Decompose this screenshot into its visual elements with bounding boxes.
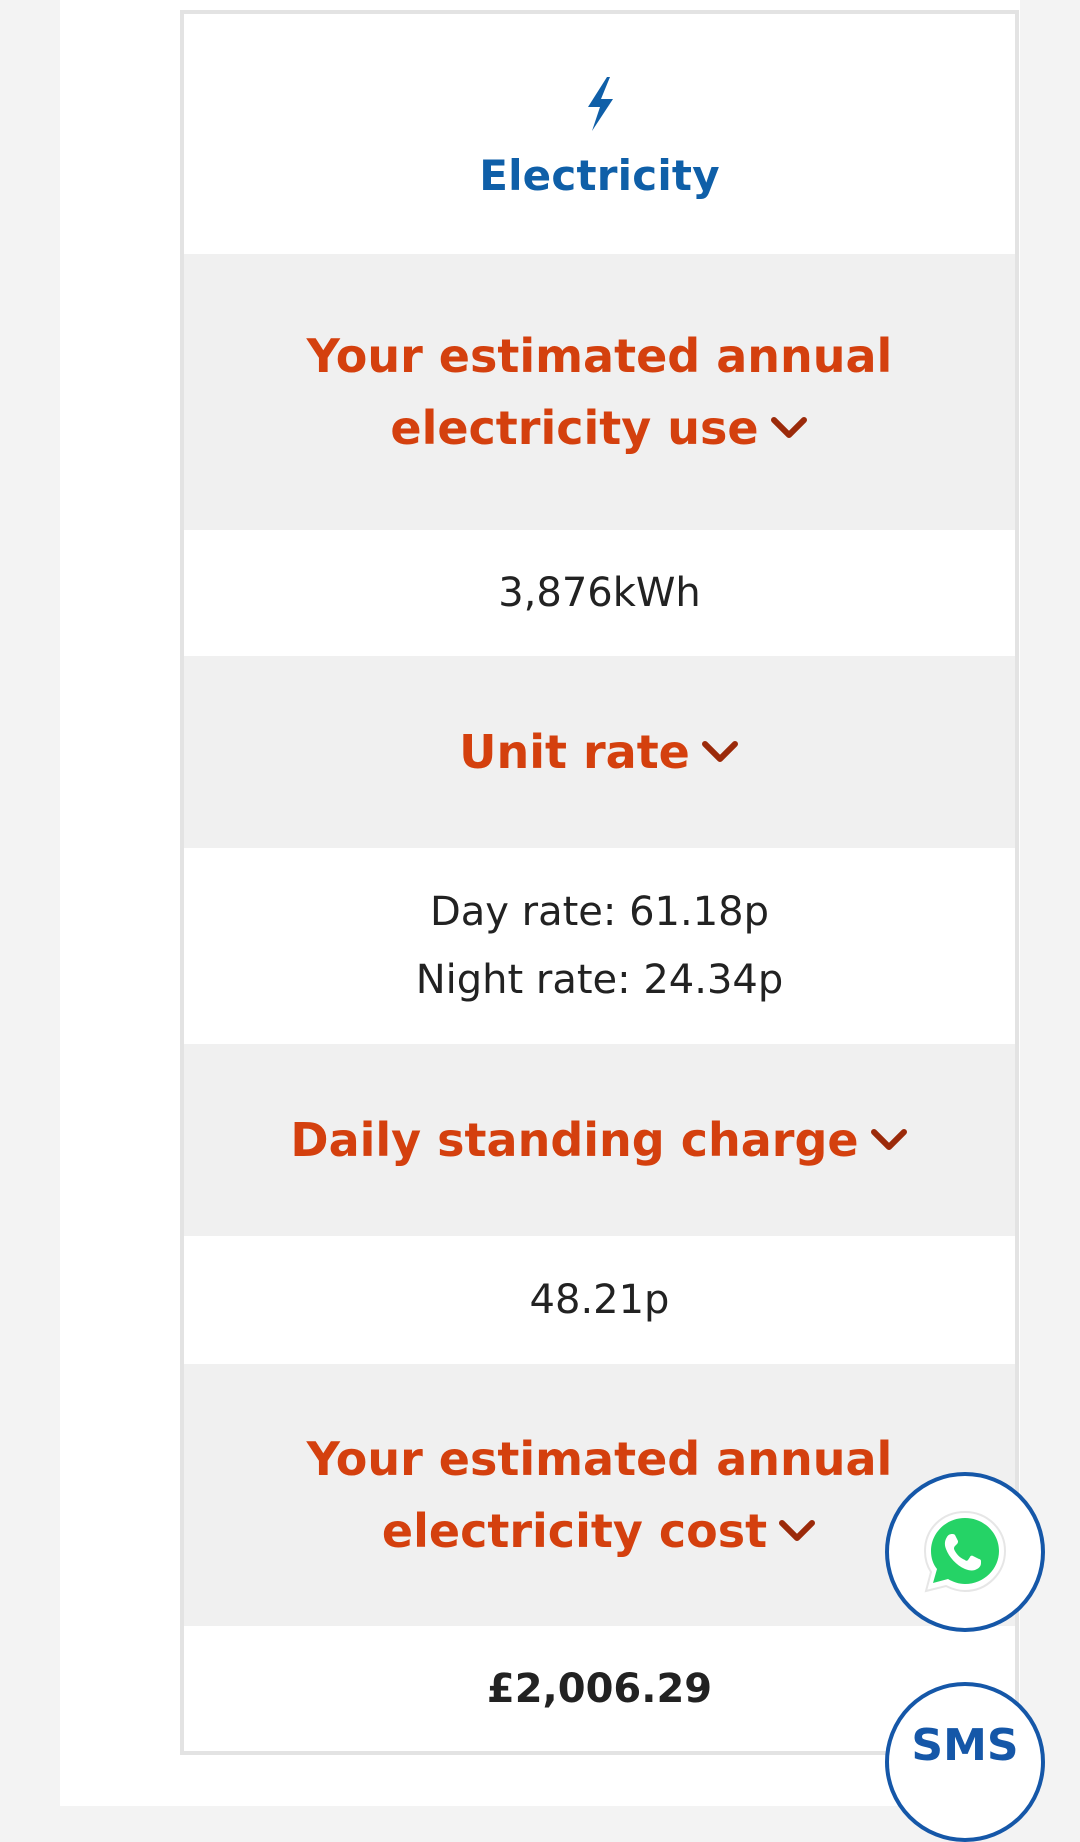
whatsapp-icon bbox=[923, 1510, 1007, 1593]
annual-use-heading-line2: electricity use bbox=[390, 401, 759, 455]
annual-use-value-row: 3,876kWh bbox=[184, 530, 1015, 656]
chevron-down-icon[interactable] bbox=[769, 415, 809, 441]
chevron-down-icon[interactable] bbox=[869, 1127, 909, 1153]
annual-use-heading-line1: Your estimated annual bbox=[306, 329, 893, 383]
sms-label: SMS bbox=[911, 1719, 1019, 1771]
annual-cost-heading-line2: electricity cost bbox=[381, 1504, 768, 1558]
standing-charge-heading[interactable]: Daily standing charge bbox=[290, 1104, 908, 1176]
annual-cost-heading-line1: Your estimated annual bbox=[306, 1432, 893, 1486]
page-background: Electricity Your estimated annual electr… bbox=[60, 0, 1020, 1806]
whatsapp-chat-button[interactable] bbox=[885, 1472, 1045, 1632]
card-header: Electricity bbox=[184, 14, 1015, 254]
annual-use-value: 3,876kWh bbox=[498, 570, 701, 616]
electricity-tariff-card: Electricity Your estimated annual electr… bbox=[180, 10, 1019, 1755]
annual-use-heading[interactable]: Your estimated annual electricity use bbox=[307, 320, 893, 464]
unit-rate-heading[interactable]: Unit rate bbox=[459, 716, 740, 788]
lightning-bolt-icon bbox=[587, 76, 613, 131]
unit-rate-value-row: Day rate: 61.18p Night rate: 24.34p bbox=[184, 848, 1015, 1044]
standing-charge-heading-row[interactable]: Daily standing charge bbox=[184, 1044, 1015, 1236]
chevron-down-icon[interactable] bbox=[777, 1518, 817, 1544]
night-rate-value: Night rate: 24.34p bbox=[415, 957, 784, 1003]
standing-charge-heading-label: Daily standing charge bbox=[290, 1113, 859, 1167]
annual-use-heading-row[interactable]: Your estimated annual electricity use bbox=[184, 254, 1015, 530]
electricity-title: Electricity bbox=[479, 150, 720, 200]
standing-charge-value: 48.21p bbox=[529, 1277, 670, 1323]
standing-charge-value-row: 48.21p bbox=[184, 1236, 1015, 1364]
annual-cost-heading-row[interactable]: Your estimated annual electricity cost bbox=[184, 1364, 1015, 1626]
annual-cost-value: £2,006.29 bbox=[486, 1665, 713, 1712]
unit-rate-heading-label: Unit rate bbox=[459, 725, 690, 779]
day-rate-value: Day rate: 61.18p bbox=[429, 889, 770, 935]
chevron-down-icon[interactable] bbox=[700, 739, 740, 765]
sms-chat-button[interactable]: SMS bbox=[885, 1682, 1045, 1842]
annual-cost-heading[interactable]: Your estimated annual electricity cost bbox=[307, 1423, 893, 1567]
unit-rate-heading-row[interactable]: Unit rate bbox=[184, 656, 1015, 848]
